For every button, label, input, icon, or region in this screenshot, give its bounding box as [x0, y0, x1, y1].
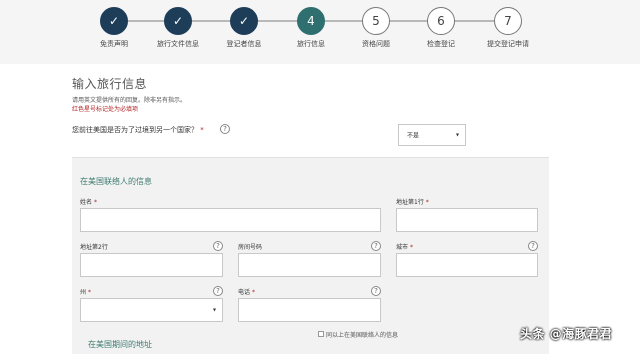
help-icon[interactable]: ?: [371, 241, 381, 251]
help-icon[interactable]: ?: [213, 286, 223, 296]
step-number-5: 5: [362, 7, 390, 35]
step-number-4: 4: [297, 7, 325, 35]
state-select[interactable]: ▾: [80, 298, 223, 322]
step-7: 7 提交登记申请: [478, 7, 538, 49]
step-2: ✓ 旅行文件信息: [148, 7, 208, 49]
chevron-down-icon: ▾: [455, 131, 459, 139]
step-number-6: 6: [427, 7, 455, 35]
step-3: ✓ 登记者信息: [214, 7, 274, 49]
name-input[interactable]: [80, 208, 381, 232]
address1-input[interactable]: [396, 208, 538, 232]
step-label: 免责声明: [100, 40, 128, 48]
help-icon[interactable]: ?: [213, 241, 223, 251]
name-label: 姓名 *: [80, 199, 97, 206]
help-icon[interactable]: ?: [528, 241, 538, 251]
same-as-contact-checkbox[interactable]: [318, 331, 324, 337]
us-contact-section-title: 在美国联络人的信息: [80, 177, 152, 186]
phone-label: 电话 *: [238, 289, 255, 296]
check-icon: ✓: [230, 7, 258, 35]
help-icon[interactable]: ?: [220, 124, 230, 134]
step-5: 5 资格问题: [346, 7, 406, 49]
required-mark: *: [200, 126, 204, 134]
step-4: 4 旅行信息: [281, 7, 341, 49]
check-icon: ✓: [100, 7, 128, 35]
us-stay-section-title: 在美国期间的地址: [88, 340, 152, 349]
same-as-contact-label: 同以上在美国联络人的信息: [326, 332, 399, 339]
chevron-down-icon: ▾: [212, 306, 216, 314]
transit-question-label: 您前往美国是否为了过境到另一个国家？: [72, 126, 198, 134]
address2-input[interactable]: [80, 253, 223, 277]
city-label: 城市 *: [396, 244, 413, 251]
apartment-label: 房间号码: [238, 244, 263, 251]
address1-label: 地址第1行 *: [396, 199, 429, 206]
progress-stepper: ✓ 免责声明 ✓ 旅行文件信息 ✓ 登记者信息 4 旅行信息 5 资格问题 6 …: [0, 0, 640, 64]
step-label: 旅行文件信息: [157, 40, 199, 48]
watermark: 头条 @海豚君君: [520, 327, 613, 341]
step-label: 旅行信息: [297, 40, 325, 48]
step-label: 资格问题: [362, 40, 390, 48]
transit-select-value: 不是: [407, 132, 420, 140]
step-1: ✓ 免责声明: [84, 7, 144, 49]
instructions-text: 请用英文提供所有的回复。除非另有指示。: [72, 97, 187, 104]
step-number-7: 7: [494, 7, 522, 35]
state-label: 州 *: [80, 289, 91, 296]
transit-select[interactable]: 不是 ▾: [398, 124, 466, 146]
city-input[interactable]: [396, 253, 538, 277]
transit-question: 您前往美国是否为了过境到另一个国家？ *: [72, 125, 204, 135]
phone-input[interactable]: [238, 298, 381, 322]
required-note: 红色星号标记处为必填项: [72, 106, 139, 113]
apartment-input[interactable]: [238, 253, 381, 277]
step-label: 检查登记: [427, 40, 455, 48]
step-label: 提交登记申请: [487, 40, 529, 48]
address2-label: 地址第2行: [80, 244, 108, 251]
step-label: 登记者信息: [226, 40, 262, 48]
page-title: 输入旅行信息: [72, 77, 148, 91]
check-icon: ✓: [164, 7, 192, 35]
help-icon[interactable]: ?: [371, 286, 381, 296]
step-6: 6 检查登记: [411, 7, 471, 49]
